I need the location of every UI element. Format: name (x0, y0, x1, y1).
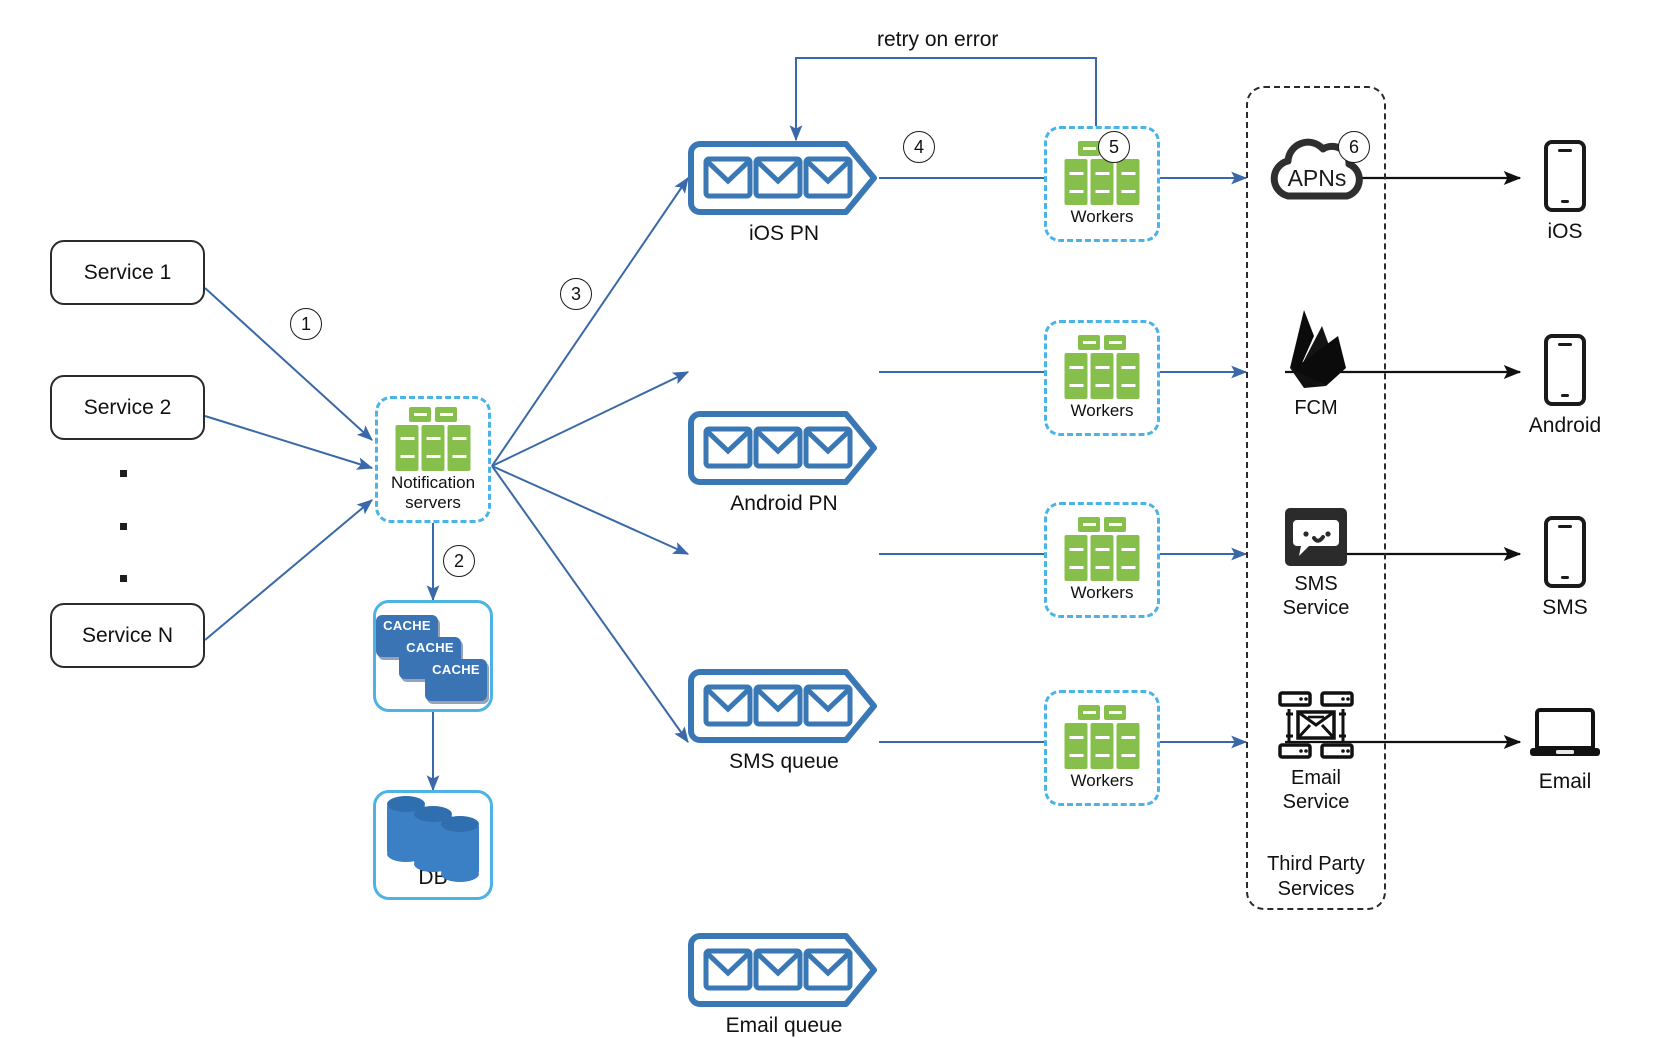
queue-sms[interactable]: SMS queue (688, 668, 880, 773)
label-line-1: SMS (1294, 573, 1338, 595)
step-marker-5: 5 (1098, 131, 1130, 163)
queue-label: iOS PN (748, 222, 819, 245)
service-label: Service 2 (83, 395, 172, 419)
queue-shape (688, 411, 877, 485)
destination-ios[interactable]: iOS (1505, 140, 1625, 244)
destination-android[interactable]: Android (1505, 334, 1625, 438)
queue-label: Email queue (725, 1014, 843, 1037)
step-marker-1: 1 (290, 308, 322, 340)
destination-email[interactable]: Email (1505, 706, 1625, 794)
queue-ios-pn[interactable]: iOS PN (688, 140, 880, 245)
destination-label: Android (1528, 414, 1602, 437)
group-label-line-2: Services (1277, 878, 1355, 900)
destination-label: Email (1538, 770, 1592, 793)
database-cylinders-icon (381, 796, 486, 882)
phone-icon (1544, 516, 1586, 588)
workers-group-android[interactable]: Workers (1044, 320, 1160, 436)
sms-chat-icon (1285, 508, 1347, 566)
queue-label: SMS queue (729, 750, 839, 773)
third-party-label: FCM (1294, 397, 1338, 419)
queue-android-pn[interactable]: Android PN (688, 410, 880, 515)
laptop-icon (1530, 708, 1600, 756)
step-number: 6 (1348, 136, 1359, 157)
third-party-sms[interactable]: SMS Service (1246, 508, 1386, 620)
step-marker-6: 6 (1338, 131, 1370, 163)
caption-line-2: servers (405, 492, 461, 512)
workers-label: Workers (1070, 583, 1134, 603)
third-party-label: Email Service (1283, 766, 1350, 814)
caption-line-1: Notification (390, 472, 476, 492)
step-number: 3 (570, 283, 581, 304)
group-label-line-1: Third Party (1267, 853, 1365, 875)
server-stack-icon (1061, 517, 1143, 582)
third-party-group-label: Third Party Services (1246, 852, 1386, 902)
phone-icon (1544, 140, 1586, 212)
step-number: 1 (300, 313, 311, 334)
third-party-email[interactable]: Email Service (1246, 690, 1386, 814)
db-panel[interactable]: DB (373, 790, 493, 900)
workers-label: Workers (1070, 207, 1134, 227)
server-stack-icon (392, 406, 474, 471)
cache-card: CACHE (425, 659, 487, 701)
queue-email[interactable]: Email queue (688, 932, 880, 1037)
server-stack-icon (1061, 705, 1143, 770)
notification-servers-caption: Notification servers (391, 473, 475, 512)
service-box-n[interactable]: Service N (50, 603, 205, 668)
step-marker-3: 3 (560, 278, 592, 310)
email-server-icon (1278, 691, 1354, 759)
svg-text:APNs: APNs (1288, 165, 1347, 191)
destination-sms[interactable]: SMS (1505, 516, 1625, 620)
step-number: 4 (913, 136, 924, 157)
server-stack-icon (1061, 335, 1143, 400)
diagram-canvas: Service 1 Service 2 Service N Notificati… (0, 0, 1674, 1037)
label-line-2: Service (1282, 791, 1350, 813)
destination-label: iOS (1547, 220, 1583, 243)
service-label: Service 1 (83, 260, 172, 284)
workers-group-email[interactable]: Workers (1044, 690, 1160, 806)
step-marker-4: 4 (903, 131, 935, 163)
label-line-1: Email (1290, 767, 1341, 789)
cache-stack-icon: CACHE CACHE CACHE (373, 611, 493, 701)
workers-label: Workers (1070, 771, 1134, 791)
service-box-1[interactable]: Service 1 (50, 240, 205, 305)
cache-panel[interactable]: CACHE CACHE CACHE (373, 600, 493, 712)
queue-shape (688, 669, 877, 743)
service-box-2[interactable]: Service 2 (50, 375, 205, 440)
workers-label: Workers (1070, 401, 1134, 421)
phone-icon (1544, 334, 1586, 406)
firebase-flame-icon (1290, 310, 1346, 388)
retry-on-error-label: retry on error (877, 28, 999, 51)
third-party-fcm[interactable]: FCM (1246, 306, 1386, 420)
queue-shape (688, 141, 877, 215)
services-ellipsis (119, 470, 128, 582)
third-party-label: SMS Service (1283, 572, 1350, 620)
step-number: 2 (453, 550, 464, 571)
step-number: 5 (1108, 136, 1119, 157)
destination-label: SMS (1542, 596, 1588, 619)
ellipsis-dot (120, 575, 127, 582)
workers-group-sms[interactable]: Workers (1044, 502, 1160, 618)
queue-shape (688, 933, 877, 1007)
ellipsis-dot (120, 522, 127, 530)
step-marker-2: 2 (443, 545, 475, 577)
service-label: Service N (81, 623, 174, 647)
queue-label: Android PN (730, 492, 838, 515)
label-line-2: Service (1282, 597, 1350, 619)
notification-servers-group[interactable]: Notification servers (375, 396, 491, 523)
ellipsis-dot (120, 470, 127, 477)
